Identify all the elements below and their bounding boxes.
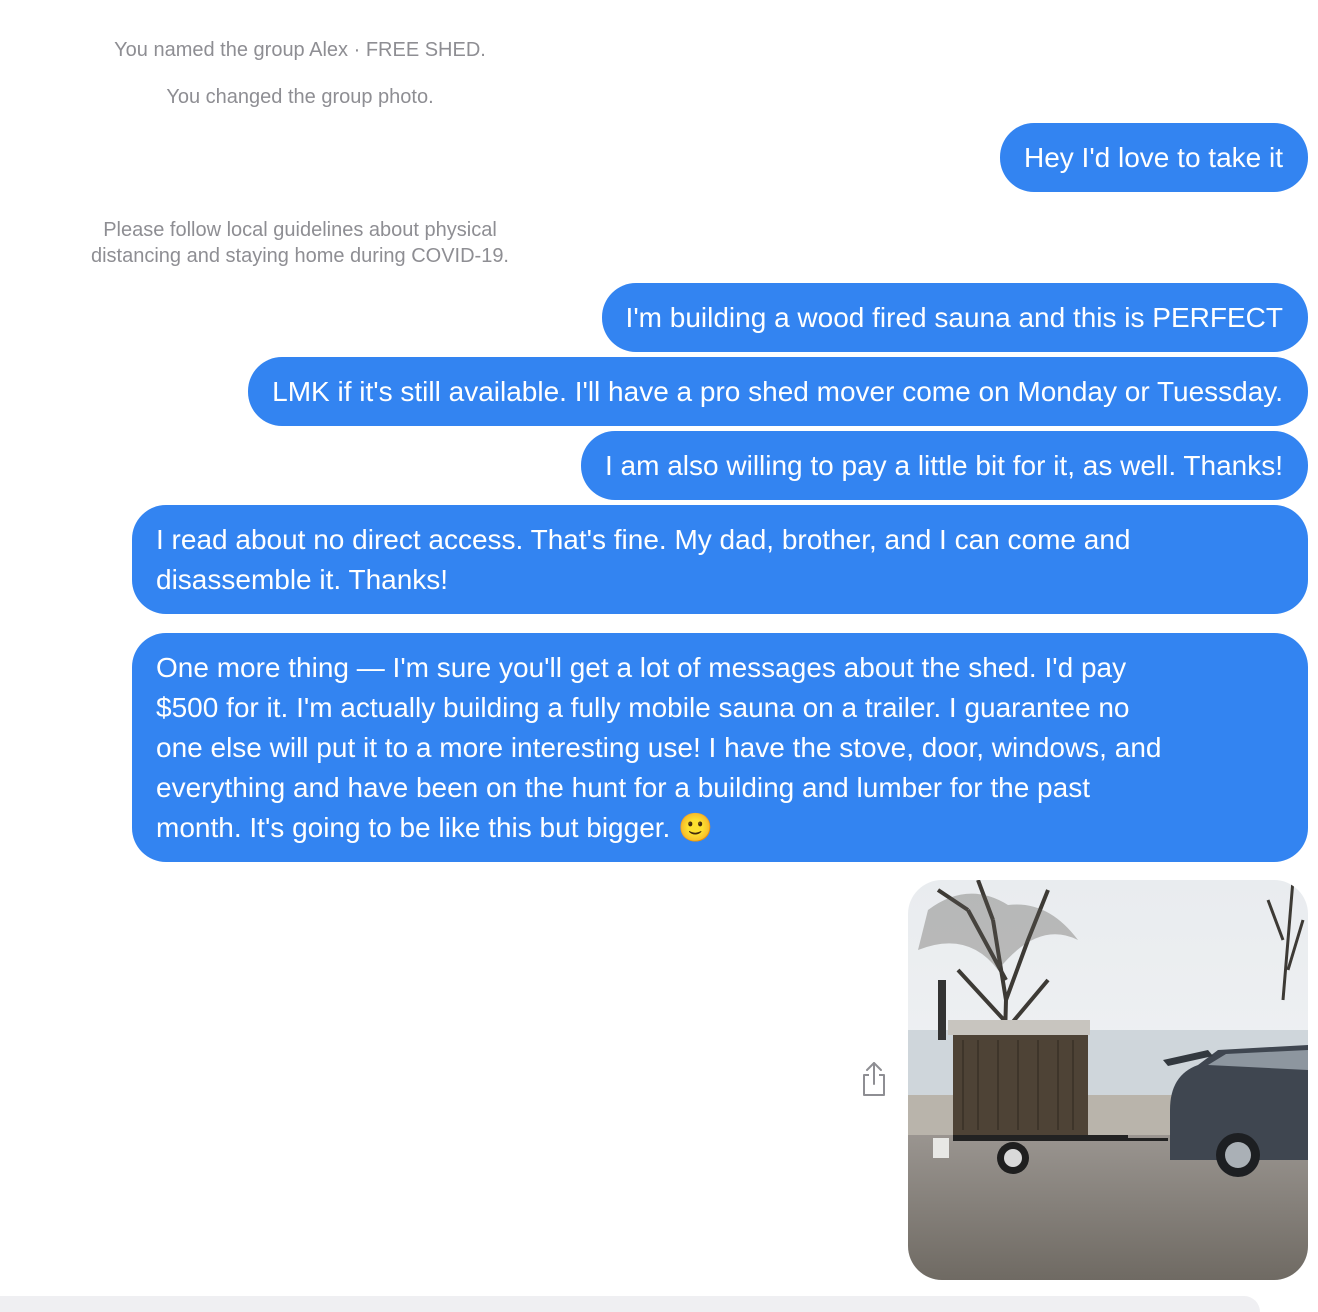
system-message-group-name: You named the group Alex · FREE SHED. [114, 39, 486, 61]
sauna-photo[interactable] [908, 880, 1308, 1280]
message-bubble[interactable]: LMK if it's still available. I'll have a… [248, 357, 1308, 426]
composer-edge [0, 1296, 1260, 1312]
message-bubble[interactable]: I am also willing to pay a little bit fo… [581, 431, 1308, 500]
share-icon[interactable] [858, 1060, 890, 1098]
message-bubble[interactable]: I'm building a wood fired sauna and this… [601, 283, 1308, 352]
message-bubble[interactable]: One more thing — I'm sure you'll get a l… [132, 633, 1308, 862]
message-bubble[interactable]: I read about no direct access. That's fi… [132, 505, 1308, 614]
system-message-covid: Please follow local guidelines about phy… [90, 219, 509, 267]
message-bubble[interactable]: Hey I'd love to take it [999, 123, 1308, 192]
system-message-group-photo: You changed the group photo. [166, 86, 434, 108]
